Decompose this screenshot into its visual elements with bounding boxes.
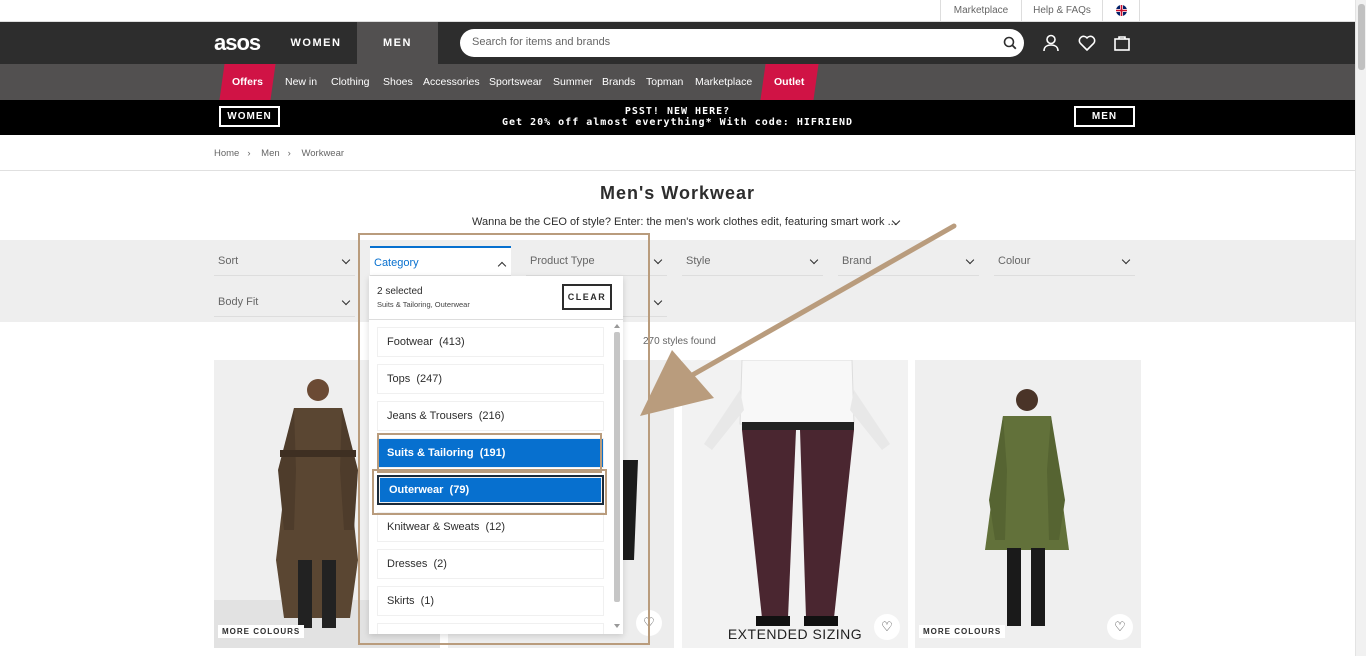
annotation-box-suits bbox=[377, 433, 602, 473]
category-nav: Offers New in Clothing Shoes Accessories… bbox=[0, 64, 1355, 100]
tab-women[interactable]: WOMEN bbox=[276, 22, 356, 64]
uk-flag-icon[interactable] bbox=[1102, 0, 1140, 21]
body-fit-select[interactable]: Body Fit bbox=[214, 287, 355, 317]
colour-label: Colour bbox=[998, 255, 1031, 267]
bag-icon[interactable] bbox=[1112, 33, 1132, 53]
tab-men[interactable]: MEN bbox=[357, 22, 438, 64]
body-fit-label: Body Fit bbox=[218, 296, 259, 308]
annotation-box-outerwear bbox=[372, 469, 607, 515]
account-icon[interactable] bbox=[1041, 33, 1061, 53]
promo-men-button[interactable]: MEN bbox=[1074, 106, 1135, 127]
promo-banner: WOMEN PSST! NEW HERE? Get 20% off almost… bbox=[0, 100, 1355, 135]
chevron-down-icon bbox=[341, 255, 351, 265]
help-faqs-link[interactable]: Help & FAQs bbox=[1021, 0, 1102, 21]
sort-label: Sort bbox=[218, 255, 239, 267]
search-input[interactable]: Search for items and brands bbox=[460, 29, 1024, 57]
nav-item-sportswear[interactable]: Sportswear bbox=[489, 64, 542, 100]
breadcrumb-home[interactable]: Home bbox=[214, 148, 239, 159]
breadcrumb-separator: › bbox=[287, 148, 291, 159]
sort-select[interactable]: Sort bbox=[214, 246, 355, 276]
more-colours-badge: MORE COLOURS bbox=[919, 625, 1006, 638]
promo-line-2: Get 20% off almost everything* With code… bbox=[501, 117, 854, 128]
chevron-down-icon bbox=[965, 255, 975, 265]
more-colours-badge: MORE COLOURS bbox=[218, 625, 305, 638]
breadcrumb-separator: › bbox=[247, 148, 251, 159]
divider bbox=[0, 170, 1355, 171]
page-scrollbar[interactable] bbox=[1355, 0, 1366, 656]
breadcrumb: Home › Men › Workwear bbox=[214, 148, 352, 159]
utility-bar: Marketplace Help & FAQs bbox=[0, 0, 1366, 22]
saved-items-heart-icon[interactable] bbox=[1077, 33, 1097, 53]
promo-line-1: PSST! NEW HERE? bbox=[624, 106, 731, 117]
breadcrumb-men[interactable]: Men bbox=[261, 148, 279, 159]
nav-item-new-in[interactable]: New in bbox=[285, 64, 317, 100]
search-placeholder: Search for items and brands bbox=[472, 36, 611, 48]
chevron-down-icon bbox=[1121, 255, 1131, 265]
nav-item-accessories[interactable]: Accessories bbox=[423, 64, 480, 100]
breadcrumb-workwear: Workwear bbox=[301, 148, 345, 159]
nav-item-clothing[interactable]: Clothing bbox=[331, 64, 370, 100]
marketplace-link[interactable]: Marketplace bbox=[940, 0, 1021, 21]
save-heart-icon[interactable]: ♡ bbox=[1107, 614, 1133, 640]
chevron-down-icon bbox=[341, 296, 351, 306]
save-heart-icon[interactable]: ♡ bbox=[874, 614, 900, 640]
nav-item-shoes[interactable]: Shoes bbox=[383, 64, 413, 100]
annotation-arrow-icon bbox=[640, 223, 957, 416]
asos-logo[interactable]: asos bbox=[214, 30, 261, 56]
nav-item-summer[interactable]: Summer bbox=[553, 64, 593, 100]
nav-item-outlet[interactable]: Outlet bbox=[774, 64, 804, 100]
nav-item-marketplace[interactable]: Marketplace bbox=[695, 64, 752, 100]
main-header: asos WOMEN MEN Search for items and bran… bbox=[0, 22, 1355, 64]
nav-item-brands[interactable]: Brands bbox=[602, 64, 635, 100]
nav-item-topman[interactable]: Topman bbox=[646, 64, 683, 100]
nav-item-offers[interactable]: Offers bbox=[232, 64, 263, 100]
page-title: Men's Workwear bbox=[600, 183, 755, 203]
search-icon[interactable] bbox=[1003, 36, 1017, 50]
colour-select[interactable]: Colour bbox=[994, 246, 1135, 276]
